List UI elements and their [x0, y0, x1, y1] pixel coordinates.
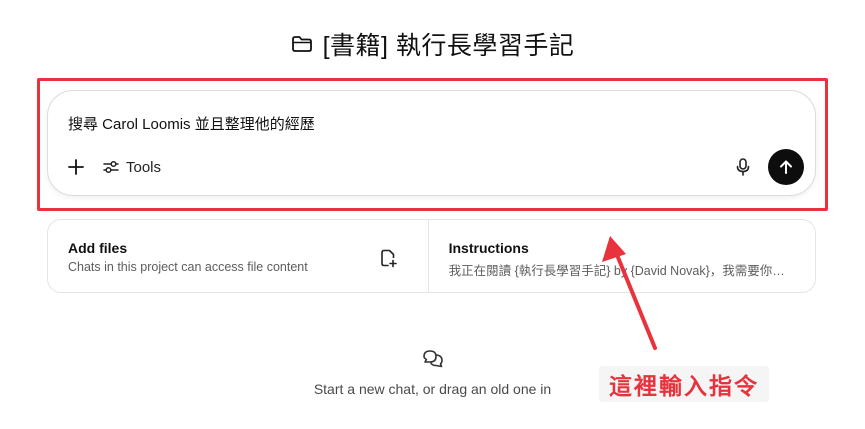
- plus-icon: [68, 159, 84, 175]
- annotation-arrow: [602, 236, 657, 350]
- tools-label: Tools: [126, 158, 162, 176]
- tools-sliders-icon: [103, 160, 119, 174]
- project-title: [書籍] 執行長學習手記: [322, 32, 575, 60]
- voice-input-button[interactable]: [731, 155, 755, 179]
- add-file-icon: [380, 249, 397, 268]
- add-files-title: Add files: [68, 240, 128, 256]
- prompt-input[interactable]: 搜尋 Carol Loomis 並且整理他的經歷: [68, 113, 315, 134]
- add-files-card[interactable]: Add files Chats in this project can acce…: [48, 220, 428, 292]
- send-button[interactable]: [768, 149, 804, 185]
- add-attachment-button[interactable]: [64, 155, 88, 179]
- project-cards: Add files Chats in this project can acce…: [47, 219, 816, 293]
- chat-composer[interactable]: 搜尋 Carol Loomis 並且整理他的經歷 Tools: [47, 90, 816, 196]
- tools-button[interactable]: Tools: [103, 155, 161, 179]
- annotation-callout: 這裡輸入指令: [599, 366, 769, 402]
- annotation-callout-text: 這裡輸入指令: [609, 373, 759, 399]
- add-files-subtitle: Chats in this project can access file co…: [68, 260, 308, 274]
- folder-icon: [291, 36, 312, 52]
- microphone-icon: [736, 158, 750, 176]
- chat-bubbles-icon: [422, 350, 443, 368]
- project-header: [書籍] 執行長學習手記: [0, 26, 865, 62]
- send-arrow-up-icon: [780, 160, 792, 174]
